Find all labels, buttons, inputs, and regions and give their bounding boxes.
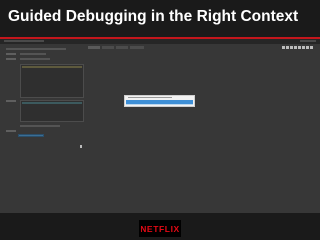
run-button[interactable] [18, 134, 44, 137]
tool-icon[interactable] [282, 46, 285, 49]
field-label [6, 58, 16, 60]
popup-item[interactable] [126, 104, 193, 105]
tool-icon[interactable] [290, 46, 293, 49]
panel-header [22, 102, 82, 104]
svg-text:NETFLIX: NETFLIX [141, 224, 179, 234]
field-label [6, 130, 16, 132]
tab[interactable] [116, 46, 128, 49]
slide-title: Guided Debugging in the Right Context [8, 8, 299, 25]
tool-icon[interactable] [294, 46, 297, 49]
header-row [6, 48, 66, 50]
field-label [6, 53, 16, 55]
window-controls[interactable] [300, 40, 316, 42]
left-pane [2, 45, 84, 213]
netflix-logo: NETFLIX [139, 220, 181, 237]
data-panel-top[interactable] [20, 64, 84, 98]
netflix-logo-mark: NETFLIX [141, 224, 179, 234]
field-value[interactable] [20, 58, 50, 60]
field-value[interactable] [20, 53, 46, 55]
tool-icon[interactable] [286, 46, 289, 49]
tool-icon[interactable] [306, 46, 309, 49]
app-title-bar [0, 39, 320, 44]
footer: NETFLIX [0, 213, 320, 240]
data-panel-bottom[interactable] [20, 100, 84, 122]
tab[interactable] [88, 46, 100, 49]
app-title-text [4, 40, 44, 42]
tab[interactable] [102, 46, 114, 49]
popup-header [128, 97, 172, 98]
tab[interactable] [130, 46, 144, 49]
tool-icon[interactable] [310, 46, 313, 49]
embedded-app-screenshot [0, 39, 320, 213]
right-pane [86, 45, 320, 213]
mouse-pointer-icon [80, 145, 82, 148]
field-value[interactable] [20, 125, 60, 127]
field-label [6, 100, 16, 102]
tool-icon[interactable] [298, 46, 301, 49]
panel-header [22, 66, 82, 68]
suggestion-popup[interactable] [124, 95, 195, 107]
tool-icon[interactable] [302, 46, 305, 49]
